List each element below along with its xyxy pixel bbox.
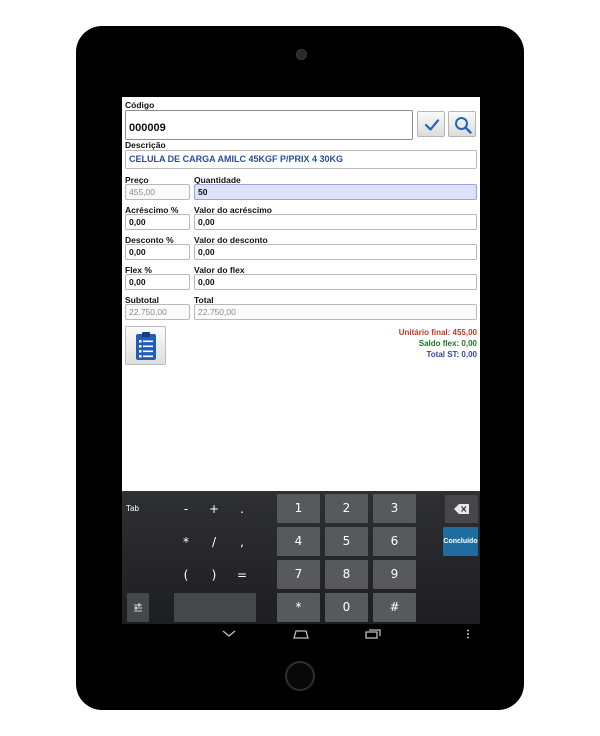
valor-acrescimo-input[interactable]: 0,00 xyxy=(194,214,477,230)
keyboard-settings-key[interactable] xyxy=(127,593,149,622)
key-2[interactable]: 2 xyxy=(325,494,368,523)
item-details-button[interactable] xyxy=(125,326,166,365)
flex-pct-input[interactable]: 0,00 xyxy=(125,274,190,290)
subtotal-field: 22.750,00 xyxy=(125,304,190,320)
key-minus[interactable]: - xyxy=(174,495,198,523)
back-icon[interactable] xyxy=(222,630,236,638)
key-equals[interactable]: = xyxy=(230,561,254,589)
total-st-text: Total ST: 0,00 xyxy=(426,350,477,359)
key-1[interactable]: 1 xyxy=(277,494,320,523)
checkmark-icon xyxy=(424,119,440,131)
key-close-paren[interactable]: ) xyxy=(202,561,226,589)
desconto-pct-input[interactable]: 0,00 xyxy=(125,244,190,260)
front-camera xyxy=(296,49,307,60)
search-button[interactable] xyxy=(448,111,476,137)
key-slash[interactable]: / xyxy=(202,528,226,556)
done-key[interactable]: Concluído xyxy=(443,527,478,556)
clipboard-list-icon xyxy=(136,332,156,360)
key-0[interactable]: 0 xyxy=(325,593,368,622)
total-field: 22.750,00 xyxy=(194,304,477,320)
device-home-button[interactable] xyxy=(285,661,315,691)
home-icon[interactable] xyxy=(292,629,310,639)
key-5[interactable]: 5 xyxy=(325,527,368,556)
key-asterisk[interactable]: * xyxy=(174,528,198,556)
key-hash[interactable]: # xyxy=(373,593,416,622)
key-4[interactable]: 4 xyxy=(277,527,320,556)
recents-icon[interactable] xyxy=(365,629,381,639)
app-screen: Código 000009 Descrição CELULA DE CARGA … xyxy=(122,83,480,645)
more-vertical-icon[interactable] xyxy=(466,629,470,639)
codigo-input[interactable]: 000009 xyxy=(125,110,413,140)
space-key[interactable] xyxy=(174,593,256,622)
key-period[interactable]: . xyxy=(230,495,254,523)
key-3[interactable]: 3 xyxy=(373,494,416,523)
valor-desconto-input[interactable]: 0,00 xyxy=(194,244,477,260)
key-6[interactable]: 6 xyxy=(373,527,416,556)
codigo-label: Código xyxy=(125,100,155,110)
key-7[interactable]: 7 xyxy=(277,560,320,589)
unitario-final-text: Unitário final: 455,00 xyxy=(398,328,477,337)
backspace-icon xyxy=(454,504,469,514)
confirm-button[interactable] xyxy=(417,111,445,137)
key-8[interactable]: 8 xyxy=(325,560,368,589)
key-open-paren[interactable]: ( xyxy=(174,561,198,589)
numeric-keyboard: Tab - + . * / , ( ) = 1 2 3 4 5 6 7 8 9 … xyxy=(122,491,480,624)
key-9[interactable]: 9 xyxy=(373,560,416,589)
navigation-bar xyxy=(122,624,480,645)
key-star[interactable]: * xyxy=(277,593,320,622)
key-plus[interactable]: + xyxy=(202,495,226,523)
keyboard-settings-icon xyxy=(134,603,142,612)
quantidade-input[interactable]: 50 xyxy=(194,184,477,200)
saldo-flex-text: Saldo flex: 0,00 xyxy=(418,339,477,348)
descricao-label: Descrição xyxy=(125,140,166,150)
status-bar xyxy=(122,83,480,97)
key-tab[interactable]: Tab xyxy=(122,495,162,523)
valor-flex-input[interactable]: 0,00 xyxy=(194,274,477,290)
key-comma[interactable]: , xyxy=(230,528,254,556)
preco-field: 455,00 xyxy=(125,184,190,200)
acrescimo-pct-input[interactable]: 0,00 xyxy=(125,214,190,230)
backspace-key[interactable] xyxy=(445,495,478,523)
descricao-field: CELULA DE CARGA AMILC 45KGF P/PRIX 4 30K… xyxy=(125,150,477,169)
search-icon xyxy=(455,117,472,134)
